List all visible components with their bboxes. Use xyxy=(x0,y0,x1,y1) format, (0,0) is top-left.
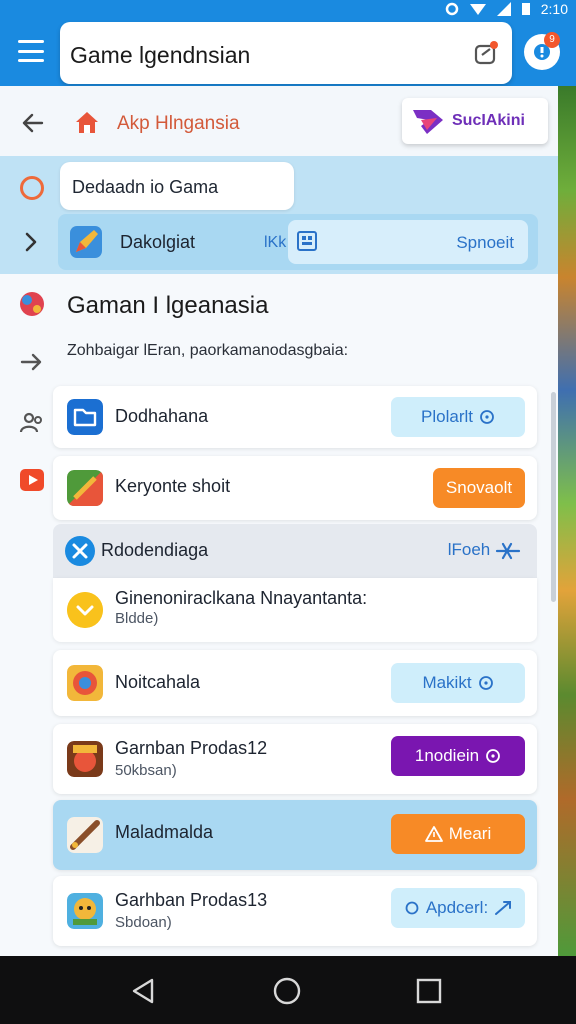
item-action-button[interactable]: Makikt xyxy=(391,663,525,703)
item-meta: Sbdoan) xyxy=(115,914,172,931)
battery-icon xyxy=(521,3,530,15)
clock-icon xyxy=(478,676,493,690)
expand-icon xyxy=(495,901,512,915)
item-action-label: 1nodiein xyxy=(414,746,480,765)
filter-input-value: Dedaadn io Gama xyxy=(72,177,219,197)
group-header-action-label: lFoeh xyxy=(447,540,491,559)
back-arrow-icon[interactable] xyxy=(20,110,46,136)
item-name: Maladmalda xyxy=(115,822,214,842)
clock-icon xyxy=(480,410,494,424)
chevron-down-icon xyxy=(67,592,103,628)
cell-icon xyxy=(496,2,511,16)
item-action-label: Meari xyxy=(448,824,492,843)
menu-icon[interactable] xyxy=(18,40,44,62)
item-action-label: Makikt xyxy=(422,673,472,692)
item-action-label: Plolarlt xyxy=(421,407,473,426)
item-action-button[interactable]: Apdcerl: xyxy=(391,888,525,928)
tools-icon xyxy=(65,536,95,566)
item-action-label: Snovaolt xyxy=(445,478,513,497)
item-name: Garhban Prodas13 xyxy=(115,890,268,910)
brand-button[interactable]: SucIAkini xyxy=(402,98,548,144)
group-header-label: Rdodendiaga xyxy=(101,540,209,560)
list-item[interactable]: Noitcahala Makikt xyxy=(53,650,537,716)
strip-box-label: Spnoeit xyxy=(456,233,514,252)
collapse-icon xyxy=(495,542,521,559)
group-item[interactable]: Ginenoniraclkana Nnayantanta: Bldde) xyxy=(53,578,537,642)
brand-label: SucIAkini xyxy=(452,112,525,129)
clock-icon xyxy=(486,749,501,763)
game-thumb-icon xyxy=(67,741,103,777)
section-title: Gaman I lgeanasia xyxy=(67,292,269,319)
background-game-art xyxy=(556,86,576,956)
signal-icon xyxy=(445,2,458,16)
group-item-name: Ginenoniraclkana Nnayantanta: xyxy=(115,588,368,608)
users-icon[interactable] xyxy=(18,408,46,436)
circle-icon[interactable] xyxy=(20,176,44,200)
sub-header-title: Akp Hlngansia xyxy=(117,113,240,134)
app-bar: Game lgendnsian 9 xyxy=(0,18,576,86)
clock: 2:10 xyxy=(540,1,568,17)
home-icon[interactable] xyxy=(74,110,100,136)
pencil-tool-icon xyxy=(70,226,102,258)
list-item-selected[interactable]: Maladmalda Meari xyxy=(53,800,537,870)
group-item-meta: Bldde) xyxy=(115,610,159,627)
item-action-button[interactable]: Snovaolt xyxy=(433,468,525,508)
folder-icon xyxy=(67,399,103,435)
refresh-icon xyxy=(405,901,419,915)
game-thumb-icon xyxy=(67,470,103,506)
scrollbar[interactable] xyxy=(551,392,556,602)
game-thumb-icon xyxy=(67,665,103,701)
sub-header: Akp Hlngansia SucIAkini xyxy=(0,86,558,156)
status-bar: 2:10 xyxy=(0,0,576,18)
group-header[interactable]: Rdodendiaga lFoeh xyxy=(53,524,537,578)
strip-tag: lKk xyxy=(264,234,287,251)
navigation-bar xyxy=(0,956,576,1024)
item-action-button[interactable]: 1nodiein xyxy=(391,736,525,776)
strip-label: Dakolgiat xyxy=(120,232,196,252)
item-name: Keryonte shoit xyxy=(115,476,231,496)
filter-input[interactable]: Dedaadn io Gama xyxy=(60,162,294,210)
item-name: Noitcahala xyxy=(115,672,201,692)
chevron-right-icon[interactable] xyxy=(20,231,42,253)
game-thumb-icon xyxy=(67,893,103,929)
search-value: Game lgendnsian xyxy=(70,42,251,68)
list-item[interactable]: Garnban Prodas12 50kbsan) 1nodiein xyxy=(53,724,537,794)
warning-icon xyxy=(424,826,443,842)
item-action-button[interactable]: Plolarlt xyxy=(391,397,525,437)
wifi-icon xyxy=(469,4,486,15)
item-action-button[interactable]: Meari xyxy=(391,814,525,854)
item-meta: 50kbsan) xyxy=(115,762,177,779)
section-subtitle: Zohbaigar lEran, paorkamanodasgbaia: xyxy=(67,342,349,359)
share-icon[interactable] xyxy=(472,39,500,67)
list-item[interactable]: Keryonte shoit Snovaolt xyxy=(53,456,537,520)
notification-badge: 9 xyxy=(544,32,560,48)
play-icon[interactable] xyxy=(18,466,46,494)
brand-logo-icon xyxy=(413,110,443,134)
item-name: Dodhahana xyxy=(115,406,209,426)
item-name: Garnban Prodas12 xyxy=(115,738,268,758)
game-strip[interactable]: Dakolgiat lKk Spnoeit xyxy=(58,214,538,270)
grid-icon xyxy=(297,231,317,251)
list-item[interactable]: Garhban Prodas13 Sbdoan) Apdcerl: xyxy=(53,876,537,946)
search-input[interactable]: Game lgendnsian xyxy=(60,22,512,84)
back-nav-icon[interactable] xyxy=(128,976,158,1006)
gamepad-icon[interactable] xyxy=(18,290,46,318)
group-header-action[interactable]: lFoeh xyxy=(448,540,521,560)
sword-icon xyxy=(67,817,103,853)
notification-button[interactable]: 9 xyxy=(524,32,560,70)
main-panel: Akp Hlngansia SucIAkini Dedaadn io Gama … xyxy=(0,86,558,956)
list-item[interactable]: Dodhahana Plolarlt xyxy=(53,386,537,448)
item-action-label: Apdcerl: xyxy=(425,898,489,917)
strip-action-box[interactable]: Spnoeit xyxy=(288,220,528,264)
home-nav-icon[interactable] xyxy=(272,976,302,1006)
share-arrow-icon[interactable] xyxy=(18,348,46,376)
recents-nav-icon[interactable] xyxy=(414,976,444,1006)
